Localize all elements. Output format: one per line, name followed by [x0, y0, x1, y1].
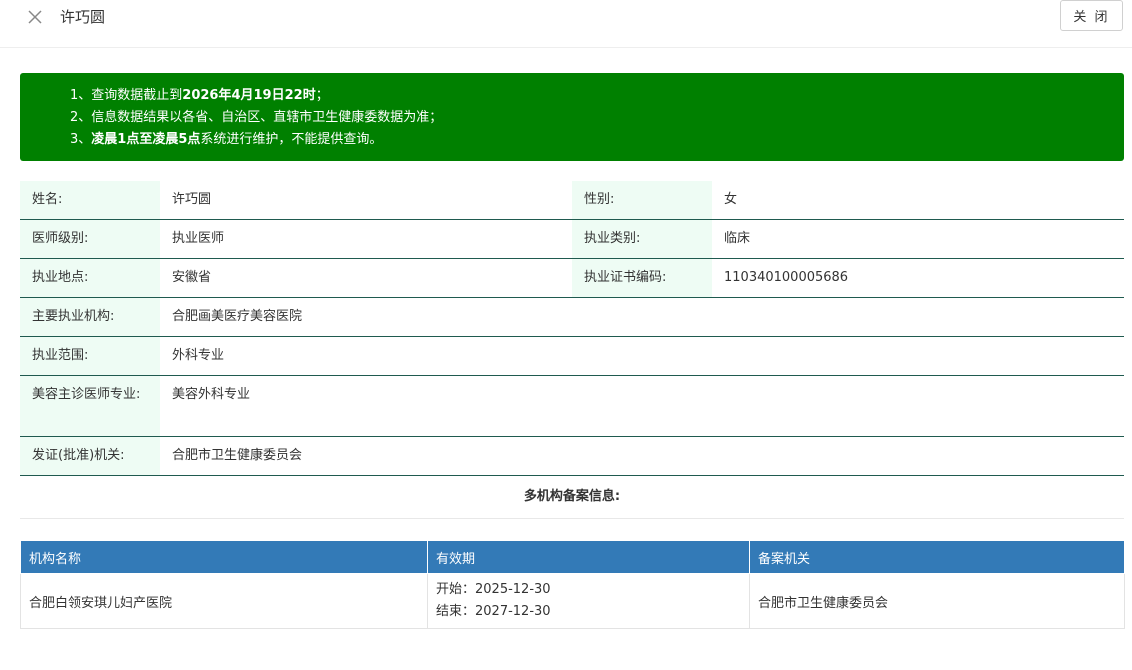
gender-value: 女	[724, 192, 738, 207]
column-header-authority: 备案机关	[749, 540, 1125, 574]
info-row: 医师级别: 执业医师 执业类别: 临床	[20, 220, 1124, 259]
scope-value: 外科专业	[172, 348, 225, 363]
table-row: 合肥白领安琪儿妇产医院 开始：2025-12-30 结束：2027-12-30 …	[20, 573, 1125, 629]
close-icon[interactable]	[26, 8, 44, 26]
category-label: 执业类别:	[572, 220, 712, 258]
org-cell: 合肥白领安琪儿妇产医院	[20, 573, 428, 629]
multi-institution-table: 机构名称 有效期 备案机关 合肥白领安琪儿妇产医院 开始：2025-12-30 …	[20, 540, 1125, 629]
validity-end: 结束：2027-12-30	[436, 604, 551, 619]
validity-start: 开始：2025-12-30	[436, 582, 551, 597]
column-header-validity: 有效期	[427, 540, 750, 574]
notice-banner: 1、查询数据截止到2026年4月19日22时； 2、信息数据结果以各省、自治区、…	[20, 73, 1124, 161]
notice-line-3: 3、凌晨1点至凌晨5点系统进行维护，不能提供查询。	[70, 132, 383, 147]
name-value: 许巧圆	[172, 192, 212, 207]
level-label: 医师级别:	[20, 220, 160, 258]
cosmetic-value: 美容外科专业	[172, 387, 251, 402]
institution-value: 合肥画美医疗美容医院	[172, 309, 303, 324]
level-value: 执业医师	[172, 231, 225, 246]
top-bar: 许巧圆 关 闭	[0, 0, 1132, 48]
location-value: 安徽省	[172, 270, 212, 285]
info-row: 执业范围: 外科专业	[20, 337, 1124, 376]
name-label: 姓名:	[20, 181, 160, 219]
cosmetic-label: 美容主诊医师专业:	[20, 376, 160, 436]
info-row: 执业地点: 安徽省 执业证书编码: 110340100005686	[20, 259, 1124, 298]
page-title: 许巧圆	[60, 8, 106, 26]
table-header-row: 机构名称 有效期 备案机关	[20, 540, 1125, 574]
authority-cell: 合肥市卫生健康委员会	[749, 573, 1125, 629]
cert-value: 110340100005686	[724, 270, 849, 285]
location-label: 执业地点:	[20, 259, 160, 297]
column-header-org: 机构名称	[20, 540, 428, 574]
issuer-label: 发证(批准)机关:	[20, 437, 160, 475]
cert-label: 执业证书编码:	[572, 259, 712, 297]
institution-label: 主要执业机构:	[20, 298, 160, 336]
notice-line-2: 2、信息数据结果以各省、自治区、直辖市卫生健康委数据为准；	[70, 110, 443, 125]
info-row: 发证(批准)机关: 合肥市卫生健康委员会	[20, 437, 1124, 476]
close-button[interactable]: 关 闭	[1060, 0, 1123, 31]
scope-label: 执业范围:	[20, 337, 160, 375]
info-row: 主要执业机构: 合肥画美医疗美容医院	[20, 298, 1124, 337]
info-row: 美容主诊医师专业: 美容外科专业	[20, 376, 1124, 437]
info-row: 姓名: 许巧圆 性别: 女	[20, 181, 1124, 220]
multi-institution-title: 多机构备案信息:	[20, 476, 1124, 519]
validity-cell: 开始：2025-12-30 结束：2027-12-30	[427, 573, 750, 629]
gender-label: 性别:	[572, 181, 712, 219]
category-value: 临床	[724, 231, 751, 246]
doctor-info-table: 姓名: 许巧圆 性别: 女 医师级别: 执业医师 执业类别: 临床 执业地点: …	[20, 181, 1124, 519]
notice-line-1: 1、查询数据截止到2026年4月19日22时；	[70, 88, 329, 103]
issuer-value: 合肥市卫生健康委员会	[172, 448, 303, 463]
